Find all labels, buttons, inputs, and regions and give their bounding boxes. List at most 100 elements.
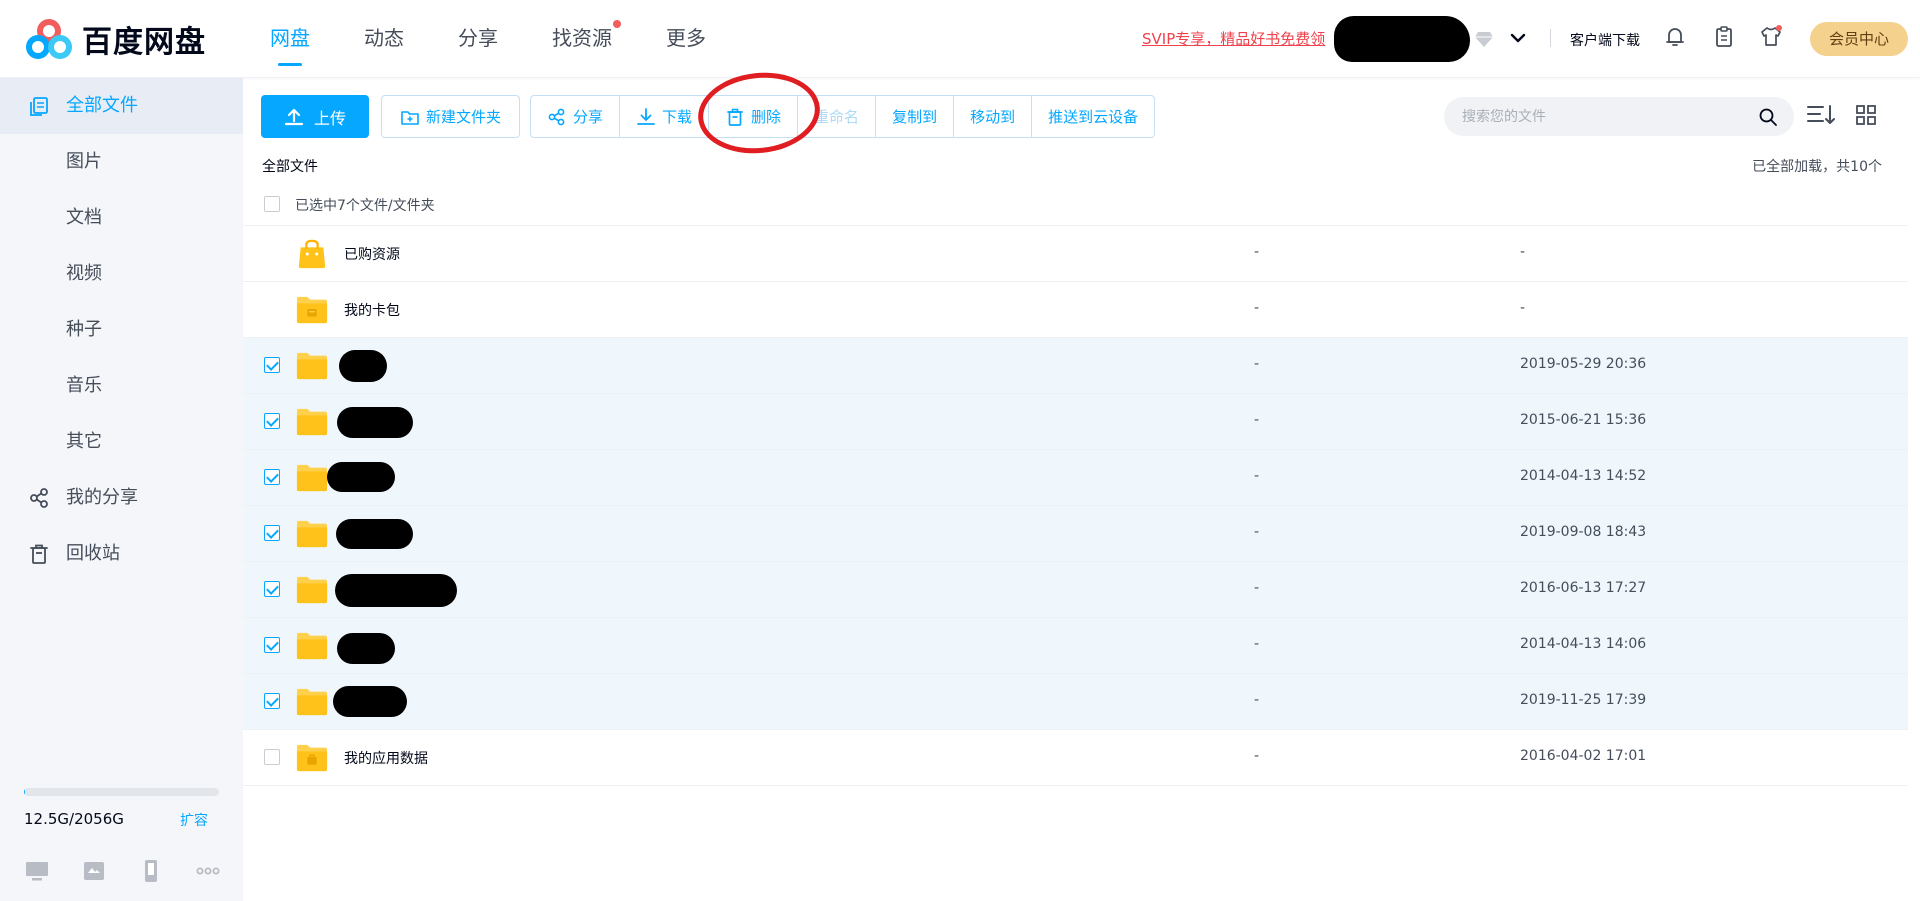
toolbar-action-label: 推送到云设备 [1048,108,1139,126]
row-checkbox[interactable] [264,469,280,485]
more-icon[interactable] [195,858,221,884]
sidebar-item[interactable]: 文档 [0,190,243,246]
row-checkbox[interactable] [264,749,280,765]
toolbar-action-label: 分享 [573,108,604,126]
row-checkbox[interactable] [264,693,280,709]
sidebar-item-label: 音乐 [66,375,102,396]
toolbar-action-button[interactable]: 移动到 [954,96,1033,137]
sidebar-item-label: 回收站 [66,543,120,564]
mobile-icon[interactable] [138,858,164,884]
file-size: - [1254,356,1260,372]
grid-view-icon[interactable] [1855,104,1877,126]
upload-icon [284,108,304,125]
chevron-down-icon[interactable] [1508,28,1528,48]
select-all-checkbox[interactable] [264,196,280,212]
file-row[interactable]: - 2014-04-13 14:06 [243,618,1908,674]
toolbar-action-button[interactable]: 删除 [709,96,799,137]
top-header: 百度网盘 网盘 动态 分享 找资源 更多 SVIP专享，精品好书免费领 客户端下载 会员… [0,0,1920,78]
sidebar-item[interactable]: 其它 [0,414,243,470]
upload-button[interactable]: 上传 [261,95,369,138]
row-checkbox[interactable] [264,413,280,429]
top-nav-item[interactable]: 更多 [666,0,706,78]
search-input[interactable] [1444,97,1724,136]
device-shortcuts [24,858,252,884]
file-size: - [1254,244,1260,260]
file-name[interactable]: 已购资源 [344,244,400,264]
sidebar-item[interactable]: 种子 [0,302,243,358]
sidebar-item[interactable]: 我的分享 [0,470,243,526]
file-row[interactable]: 我的应用数据 - 2016-04-02 17:01 [243,730,1908,786]
sidebar-item[interactable]: 视频 [0,246,243,302]
file-modified-time: 2019-09-08 18:43 [1520,524,1647,540]
toolbar-action-button[interactable]: 复制到 [876,96,955,137]
file-modified-time: 2016-04-02 17:01 [1520,748,1647,764]
shirt-icon[interactable] [1758,24,1784,50]
download-icon [637,107,655,125]
file-row[interactable]: 我的卡包 - - [243,282,1908,338]
storage-used-text: 12.5G/2056G [24,810,124,828]
vip-center-button[interactable]: 会员中心 [1810,22,1908,56]
file-modified-time: 2019-11-25 17:39 [1520,692,1647,708]
folder-icon [296,520,328,548]
sidebar-item[interactable]: 全部文件 [0,78,243,134]
selection-action-group: 分享 下载 删除 重命名 复制到 移动到 推送到云设备 [530,95,1156,138]
sidebar-item-label: 全部文件 [66,95,138,116]
top-nav-item[interactable]: 找资源 [552,0,621,78]
desktop-icon[interactable] [24,858,50,884]
file-size: - [1254,412,1260,428]
bell-icon[interactable] [1662,24,1688,50]
toolbar-action-button[interactable]: 分享 [531,96,621,137]
redacted-file-name [337,633,395,664]
new-folder-button[interactable]: 新建文件夹 [381,95,520,138]
sidebar-item[interactable]: 图片 [0,134,243,190]
folder-icon [296,576,328,604]
share-icon [548,108,565,125]
top-nav-item[interactable]: 动态 [364,0,404,78]
row-checkbox[interactable] [264,525,280,541]
sidebar-item-label: 视频 [66,263,102,284]
toolbar-action-button: 重命名 [798,96,877,137]
sidebar-item[interactable]: 音乐 [0,358,243,414]
file-row[interactable]: 已购资源 - - [243,226,1908,282]
file-modified-time: 2014-04-13 14:06 [1520,636,1647,652]
file-row[interactable]: - 2014-04-13 14:52 [243,450,1908,506]
file-row[interactable]: - 2019-11-25 17:39 [243,674,1908,730]
client-download-link[interactable]: 客户端下载 [1570,30,1640,50]
file-size: - [1254,692,1260,708]
top-nav-item[interactable]: 分享 [458,0,498,78]
svip-promo-link[interactable]: SVIP专享，精品好书免费领 [1142,28,1325,49]
toolbar-action-button[interactable]: 推送到云设备 [1032,96,1154,137]
top-nav-item[interactable]: 网盘 [270,0,310,78]
expand-storage-link[interactable]: 扩容 [180,810,208,830]
folder-icon [296,352,328,380]
top-nav-label: 找资源 [552,26,612,50]
breadcrumb[interactable]: 全部文件 [262,156,318,176]
row-checkbox[interactable] [264,357,280,373]
redacted-file-name [327,462,395,492]
redacted-file-name [337,407,413,438]
username-redacted[interactable] [1334,16,1470,62]
file-name[interactable]: 我的应用数据 [344,748,428,768]
nas-device-icon[interactable] [81,858,107,884]
sort-icon[interactable] [1806,102,1836,128]
file-list: 已选中7个文件/文件夹 已购资源 - - 我的卡包 - - - 2019-05-29 20:3… [243,183,1908,786]
file-row[interactable]: - 2019-09-08 18:43 [243,506,1908,562]
row-checkbox[interactable] [264,637,280,653]
file-modified-time: 2019-05-29 20:36 [1520,356,1647,372]
card-folder-icon [296,296,328,324]
file-row[interactable]: - 2016-06-13 17:27 [243,562,1908,618]
toolbar-action-button[interactable]: 下载 [620,96,710,137]
sidebar-item-label: 其它 [66,431,102,452]
folder-icon [296,688,328,716]
search-box [1444,97,1794,136]
file-name[interactable]: 我的卡包 [344,300,400,320]
logo[interactable]: 百度网盘 [24,18,206,60]
list-header: 已选中7个文件/文件夹 [243,183,1908,226]
sidebar-item[interactable]: 回收站 [0,526,243,582]
search-icon[interactable] [1758,107,1778,127]
selected-count-text: 已选中7个文件/文件夹 [295,198,435,214]
file-row[interactable]: - 2019-05-29 20:36 [243,338,1908,394]
row-checkbox[interactable] [264,581,280,597]
file-row[interactable]: - 2015-06-21 15:36 [243,394,1908,450]
clipboard-icon[interactable] [1711,24,1737,50]
